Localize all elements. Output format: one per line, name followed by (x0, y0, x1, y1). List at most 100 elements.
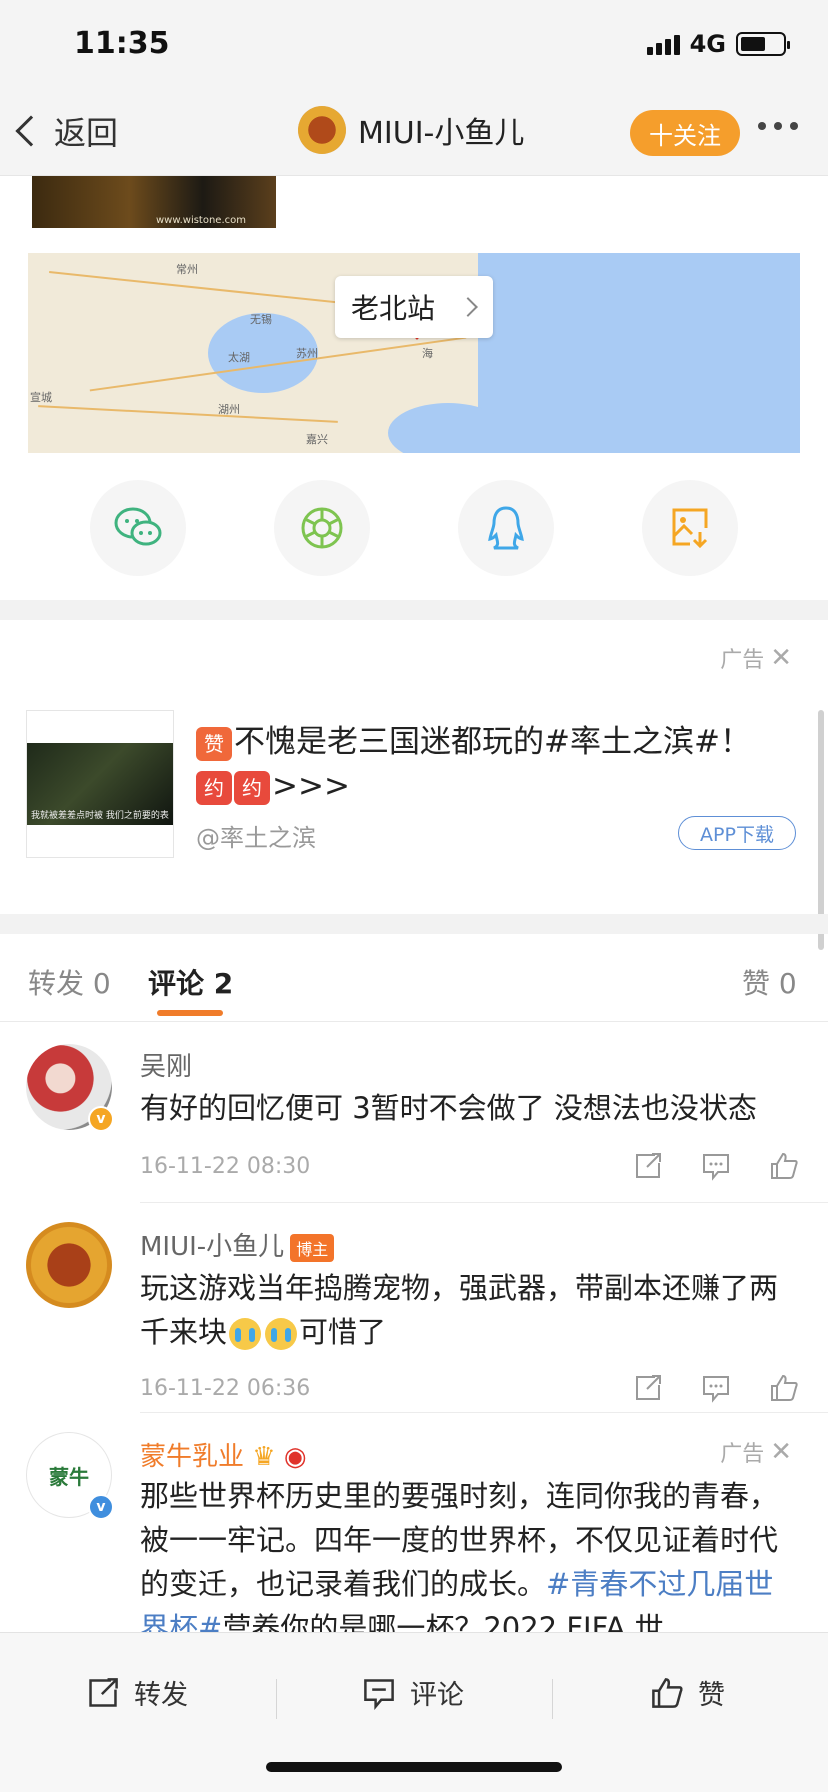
bar-divider (276, 1679, 277, 1719)
zan-emoji-icon: 赞 (196, 726, 232, 761)
comment-label: 评论 (410, 1680, 464, 1711)
comment-time: 16-11-22 06:36 (140, 1376, 311, 1401)
wechat-icon (114, 507, 162, 546)
weibo-icon: ◉ (283, 1442, 307, 1472)
share-wechat-button[interactable] (90, 480, 186, 576)
save-image-button[interactable] (642, 480, 738, 576)
top-bar: 11:35 4G 返回 MIUI-小鱼儿 十关注 (0, 0, 828, 176)
profile-title[interactable]: MIUI-小鱼儿 (298, 106, 524, 154)
tab-repost-label: 转发 (28, 967, 85, 1000)
tab-like-count: 0 (778, 967, 797, 1000)
ad-author[interactable]: 蒙牛乳业 ♛ ◉ (140, 1436, 307, 1473)
section-separator (0, 600, 828, 620)
reply-icon[interactable] (700, 1372, 732, 1404)
repost-icon (89, 1677, 118, 1707)
close-icon: ✕ (770, 643, 792, 673)
tab-like[interactable]: 赞 0 (742, 962, 797, 1002)
verified-icon: v (88, 1494, 114, 1520)
page-title: MIUI-小鱼儿 (358, 116, 525, 151)
share-row (0, 480, 828, 576)
repost-icon[interactable] (632, 1150, 664, 1182)
avatar[interactable] (26, 1222, 112, 1308)
host-badge: 博主 (290, 1233, 335, 1262)
like-icon[interactable] (768, 1150, 800, 1182)
tuo-emoji-icon: 约 (234, 770, 270, 805)
ad-image-caption: 我就被差差点时被 我们之前要的表 (31, 811, 169, 821)
ad-label: 广告 (720, 648, 765, 673)
chevron-right-icon (458, 297, 478, 317)
follow-button[interactable]: 十关注 (630, 110, 740, 156)
tab-repost[interactable]: 转发 0 (28, 962, 111, 1002)
avatar[interactable]: 蒙牛 v (26, 1432, 114, 1520)
comment-actions (632, 1372, 800, 1404)
interaction-tabs: 转发 0 评论 2 赞 0 (0, 938, 828, 1022)
crying-emoji-icon (265, 1318, 298, 1350)
ad-text[interactable]: 那些世界杯历史里的要强时刻，连同你我的青春，被一一牢记。四年一度的世界杯，不仅见… (140, 1474, 800, 1650)
comment-author-name: MIUI-小鱼儿 (140, 1232, 285, 1262)
like-icon (652, 1677, 683, 1708)
battery-icon (736, 32, 790, 56)
crying-emoji-icon (229, 1318, 262, 1350)
comment-actions (632, 1150, 800, 1182)
network-type: 4G (689, 30, 726, 58)
tab-comment[interactable]: 评论 2 (148, 962, 233, 1002)
verified-icon: v (88, 1106, 114, 1132)
comment-author[interactable]: 吴刚 (140, 1046, 192, 1083)
more-icon[interactable] (758, 122, 798, 130)
map-place-label: 无锡 (250, 313, 272, 326)
ad-title-arrows: >>> (272, 768, 350, 804)
like-button[interactable]: 赞 (650, 1673, 725, 1712)
ad-close-button[interactable]: 广告 ✕ (720, 1436, 792, 1468)
tab-comment-label: 评论 (148, 967, 205, 1000)
qq-icon (488, 506, 524, 550)
map-road (38, 405, 338, 423)
ad-image: 我就被差差点时被 我们之前要的表 (27, 743, 173, 825)
moments-icon (301, 507, 343, 549)
comment-text: 有好的回忆便可 3暂时不会做了 没想法也没状态 (140, 1091, 757, 1125)
repost-label: 转发 (134, 1680, 188, 1711)
like-icon[interactable] (768, 1372, 800, 1404)
ad-handle[interactable]: @率土之滨 (196, 818, 316, 853)
home-indicator[interactable] (266, 1762, 562, 1772)
ad-label: 广告 (720, 1442, 765, 1467)
map-place-label: 太湖 (228, 351, 250, 364)
avatar-image (26, 1222, 112, 1308)
map-place-label: 苏州 (296, 347, 318, 360)
status-time: 11:35 (74, 26, 170, 61)
comment-divider (140, 1202, 828, 1203)
tab-underline (157, 1010, 223, 1016)
chevron-left-icon (15, 115, 47, 147)
comment-time: 16-11-22 08:30 (140, 1154, 311, 1179)
comment-text: 玩这游戏当年捣腾宠物，强武器，带副本还赚了两千来块 可惜了 (140, 1266, 800, 1354)
map-place-label: 海 (422, 347, 433, 360)
ad-author-name: 蒙牛乳业 (140, 1442, 245, 1472)
post-image[interactable]: www.wistone.com (32, 176, 276, 228)
ad-thumbnail[interactable]: 我就被差差点时被 我们之前要的表 (26, 710, 174, 858)
bar-divider (552, 1679, 553, 1719)
ad-title-text: 不愧是老三国迷都玩的#率土之滨#！ (234, 724, 751, 760)
ad-title[interactable]: 赞不愧是老三国迷都玩的#率土之滨#！ 约约 >>> (196, 720, 776, 808)
section-separator (0, 914, 828, 934)
tab-repost-count: 0 (92, 967, 111, 1000)
avatar[interactable]: v (26, 1044, 114, 1132)
map-sea (478, 253, 800, 453)
comment-button[interactable]: 评论 (362, 1673, 464, 1712)
reply-icon[interactable] (700, 1150, 732, 1182)
repost-button[interactable]: 转发 (86, 1673, 188, 1712)
back-button[interactable]: 返回 (15, 108, 118, 154)
location-card[interactable]: 老北站 (335, 276, 493, 338)
like-label: 赞 (698, 1680, 725, 1711)
location-label: 老北站 (351, 292, 436, 325)
ad-close-button[interactable]: 广告 ✕ (720, 642, 792, 674)
repost-icon[interactable] (632, 1372, 664, 1404)
map-place-label: 宣城 (30, 391, 52, 404)
share-moments-button[interactable] (274, 480, 370, 576)
tab-like-label: 赞 (742, 967, 771, 1000)
comment-icon (364, 1678, 394, 1710)
comment-author[interactable]: MIUI-小鱼儿 博主 (140, 1226, 335, 1263)
share-qq-button[interactable] (458, 480, 554, 576)
status-indicators: 4G (646, 30, 790, 58)
comment-divider (140, 1412, 828, 1413)
app-download-button[interactable]: APP下载 (678, 816, 796, 850)
comment-text-part: 可惜了 (299, 1315, 387, 1349)
